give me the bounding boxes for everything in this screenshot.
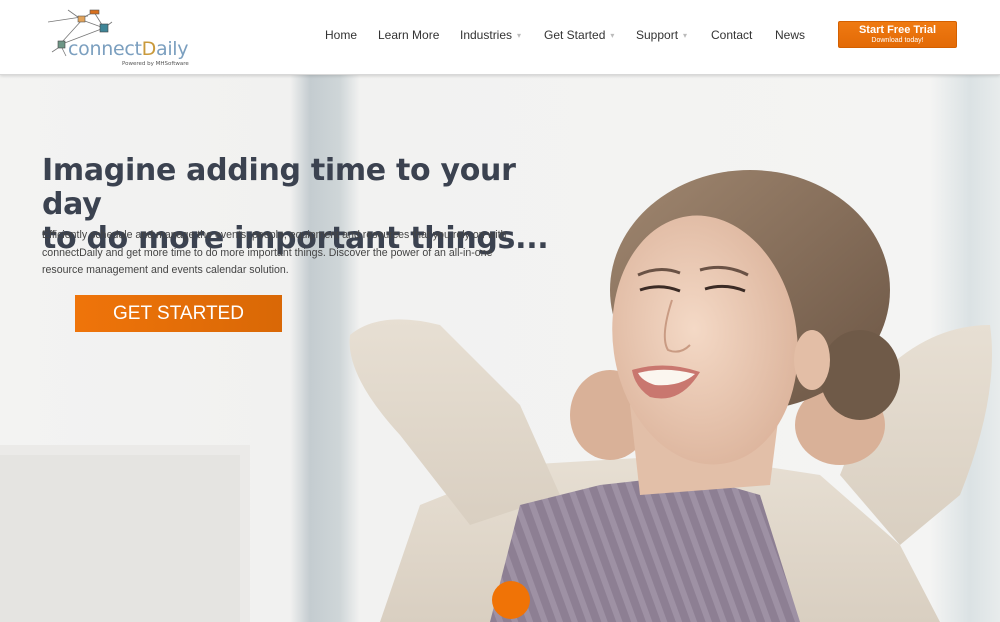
get-started-button[interactable]: GET STARTED (75, 295, 282, 332)
nav-item-support[interactable]: Support ▾ (636, 28, 687, 42)
nav-item-home[interactable]: Home (325, 28, 357, 42)
chevron-down-icon: ▾ (610, 31, 615, 40)
chevron-down-icon: ▾ (683, 31, 688, 40)
logo[interactable]: connectDaily Powered by MHSoftware (48, 4, 208, 68)
headline-line-1: Imagine adding time to your day (42, 153, 516, 222)
nav-item-industries[interactable]: Industries ▾ (460, 28, 521, 42)
nav-item-get-started[interactable]: Get Started ▾ (544, 28, 614, 42)
hero-description: Efficiently schedule and manage the even… (42, 229, 507, 276)
nav-item-learn-more[interactable]: Learn More (378, 28, 439, 42)
brand-name: connectDaily (68, 38, 189, 60)
trial-button-title: Start Free Trial (858, 24, 937, 36)
site-header: connectDaily Powered by MHSoftware Home … (0, 0, 1000, 75)
chevron-down-icon: ▾ (517, 31, 522, 40)
hero-section: Imagine adding time to your day to do mo… (0, 75, 1000, 622)
slider-indicator-dot[interactable] (492, 581, 530, 619)
brand-tagline: Powered by MHSoftware (122, 61, 189, 67)
nav-item-news[interactable]: News (775, 28, 805, 42)
start-free-trial-button[interactable]: Start Free Trial Download today! (838, 21, 957, 48)
nav-item-contact[interactable]: Contact (711, 28, 752, 42)
trial-button-subtitle: Download today! (871, 37, 924, 44)
